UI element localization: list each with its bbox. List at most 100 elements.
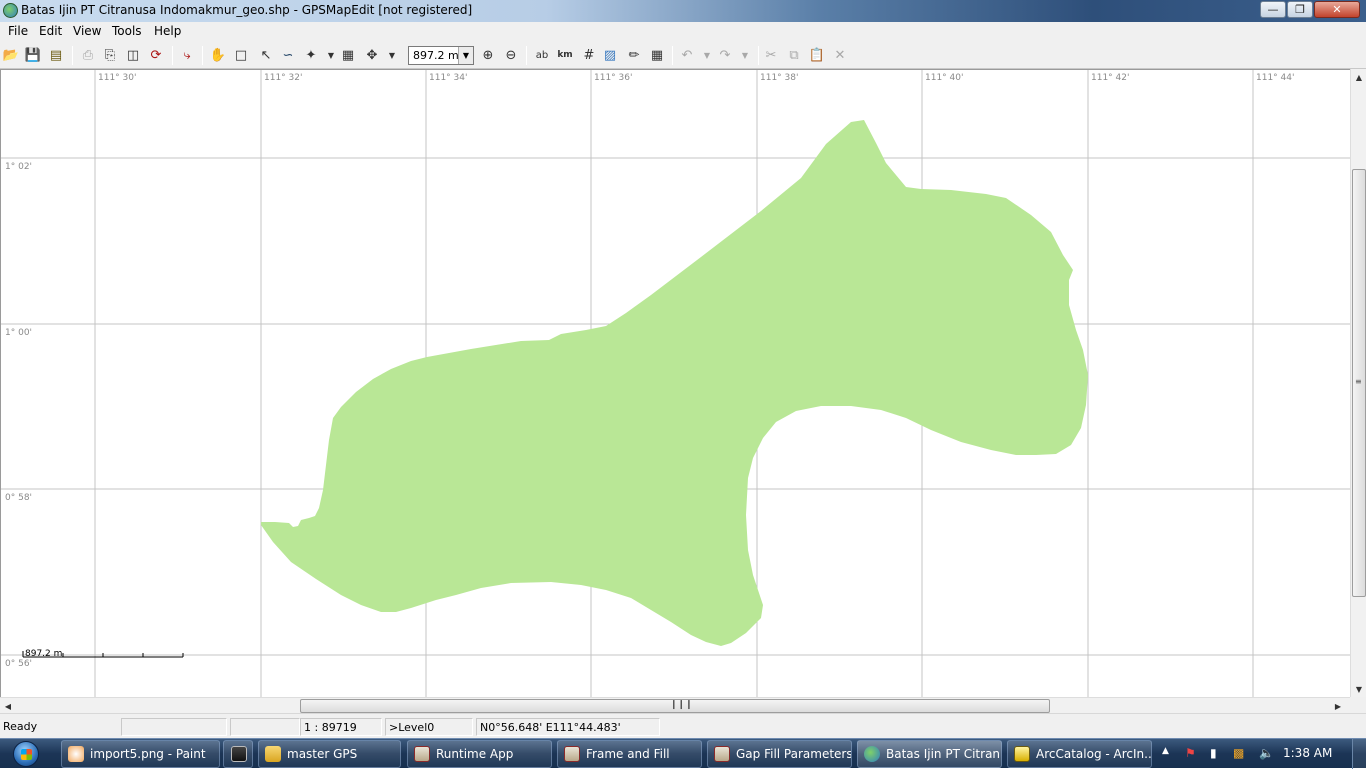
copy-icon[interactable]: ⧉ (785, 46, 803, 64)
title-bar: Batas Ijin PT Citranusa Indomakmur_geo.s… (0, 0, 1366, 22)
paste-icon[interactable]: 📋 (808, 46, 826, 64)
volume-icon[interactable]: 🔈 (1259, 746, 1274, 760)
menu-help[interactable]: Help (154, 24, 181, 38)
clock[interactable]: 1:38 AM (1283, 746, 1332, 760)
show-desktop-button[interactable] (1352, 739, 1366, 769)
taskbar-item-master-gps[interactable]: master GPS (258, 740, 401, 768)
import-icon[interactable]: ▤ (47, 46, 65, 64)
status-bar: Ready 1 : 89719 >Level0 N0°56.648' E111°… (0, 713, 1366, 738)
taskbar-item-gap-fill-parameters[interactable]: Gap Fill Parameters (707, 740, 852, 768)
gpsmapedit-app-icon[interactable] (3, 3, 18, 18)
taskbar-item-frame-and-fill[interactable]: Frame and Fill (557, 740, 702, 768)
show-labels-button[interactable]: ab (533, 46, 551, 64)
vertical-scrollbar[interactable]: ▲ ≡ ▼ (1350, 69, 1366, 697)
open-folder-icon[interactable]: 📂 (2, 46, 20, 64)
move-node-icon[interactable]: ✥ (363, 46, 381, 64)
scroll-left-icon[interactable]: ◀ (0, 698, 16, 714)
page-setup-icon[interactable]: ⎘ (101, 46, 119, 64)
gps-track-icon[interactable]: ⤷ (178, 46, 196, 64)
minimize-button[interactable]: — (1260, 1, 1286, 18)
close-icon: ✕ (1332, 3, 1342, 16)
longitude-label: 111° 32' (264, 73, 302, 83)
scroll-right-icon[interactable]: ▶ (1330, 698, 1346, 714)
globe-icon (864, 746, 880, 762)
map-canvas[interactable]: 111° 30' 111° 32' 111° 34' 111° 36' 111°… (0, 69, 1350, 697)
taskbar-item-label: Gap Fill Parameters (736, 747, 852, 761)
hand-pan-icon[interactable]: ✋ (209, 46, 227, 64)
scale-bar: 897.2 m (22, 649, 184, 659)
print-icon[interactable]: ⎙ (79, 46, 97, 64)
status-level: >Level0 (385, 718, 473, 736)
chevron-down-icon[interactable]: ▼ (322, 46, 340, 64)
taskbar-item-label: Batas Ijin PT Citran... (886, 747, 1002, 761)
chevron-down-icon[interactable]: ▼ (383, 46, 401, 64)
show-distance-button[interactable]: km (556, 46, 574, 64)
status-field (230, 718, 300, 736)
select-arrow-icon[interactable]: ↖ (257, 46, 275, 64)
latitude-label: 0° 56' (5, 659, 32, 669)
select-object-icon[interactable]: ▦ (339, 46, 357, 64)
paint-icon (68, 746, 84, 762)
network-icon[interactable]: ▩ (1233, 746, 1244, 760)
zoom-scale-combo[interactable]: 897.2 m ▼ (408, 46, 474, 65)
taskbar-item-label: import5.png - Paint (90, 747, 206, 761)
horizontal-scrollbar[interactable]: ◀ ❙❙❙ ▶ (0, 697, 1350, 713)
scroll-up-icon[interactable]: ▲ (1351, 69, 1366, 85)
latitude-label: 0° 58' (5, 493, 32, 503)
attach-icon[interactable]: ✏ (625, 46, 643, 64)
taskbar-item-paint[interactable]: import5.png - Paint (61, 740, 220, 768)
toolbar-separator (526, 46, 527, 65)
minimize-icon: — (1267, 3, 1279, 16)
zoom-rect-icon[interactable]: □ (232, 46, 250, 64)
close-button[interactable]: ✕ (1314, 1, 1360, 18)
redo-icon[interactable]: ↷ (716, 46, 734, 64)
toolbar: 📂 💾 ▤ ⎙ ⎘ ◫ ⟳ ⤷ ✋ □ ↖ ∽ ✦ ▼ ▦ ✥ ▼ 897.2 … (0, 42, 1366, 69)
toolbar-separator (202, 46, 203, 65)
save-icon[interactable]: 💾 (24, 46, 42, 64)
app-window-icon (564, 746, 580, 762)
chevron-down-icon[interactable]: ▼ (458, 47, 473, 64)
magic-wand-icon[interactable]: ✦ (302, 46, 320, 64)
action-center-flag-icon[interactable]: ⚑ (1185, 746, 1196, 760)
status-scale: 1 : 89719 (300, 718, 382, 736)
start-button[interactable] (4, 739, 48, 769)
grid-icon[interactable]: # (580, 46, 598, 64)
node-tool-icon[interactable]: ▦ (648, 46, 666, 64)
toolbar-separator (172, 46, 173, 65)
scroll-down-icon[interactable]: ▼ (1351, 681, 1366, 697)
longitude-label: 111° 44' (1256, 73, 1294, 83)
cut-icon[interactable]: ✂ (762, 46, 780, 64)
map-svg: 111° 30' 111° 32' 111° 34' 111° 36' 111°… (1, 70, 1350, 697)
taskbar-item-label: ArcCatalog - ArcIn... (1036, 747, 1152, 761)
taskbar-item-runtime-app[interactable]: Runtime App (407, 740, 552, 768)
map-properties-icon[interactable]: ◫ (124, 46, 142, 64)
transform-icon[interactable]: ⟳ (147, 46, 165, 64)
chevron-down-icon[interactable]: ▼ (698, 46, 716, 64)
longitude-label: 111° 30' (98, 73, 136, 83)
fill-pattern-icon[interactable]: ▨ (601, 46, 619, 64)
toolbar-separator (72, 46, 73, 65)
polyline-tool-icon[interactable]: ∽ (279, 46, 297, 64)
zoom-out-icon[interactable]: ⊖ (502, 46, 520, 64)
menu-file[interactable]: File (8, 24, 28, 38)
status-field (121, 718, 227, 736)
show-hidden-icons-icon[interactable]: ▲ (1162, 746, 1169, 756)
zoom-in-icon[interactable]: ⊕ (479, 46, 497, 64)
longitude-label: 111° 34' (429, 73, 467, 83)
menu-view[interactable]: View (73, 24, 101, 38)
clapperboard-icon (231, 746, 247, 762)
battery-icon[interactable]: ▮ (1210, 746, 1217, 760)
delete-icon[interactable]: ✕ (831, 46, 849, 64)
app-window-icon (414, 746, 430, 762)
undo-icon[interactable]: ↶ (678, 46, 696, 64)
taskbar-item-clapboard[interactable] (223, 740, 253, 768)
menu-tools[interactable]: Tools (112, 24, 142, 38)
taskbar-item-arccatalog[interactable]: ArcCatalog - ArcIn... (1007, 740, 1152, 768)
chevron-down-icon[interactable]: ▼ (736, 46, 754, 64)
taskbar-item-gpsmapedit[interactable]: Batas Ijin PT Citran... (857, 740, 1002, 768)
concession-boundary-polygon[interactable] (261, 120, 1088, 646)
maximize-button[interactable]: ❐ (1287, 1, 1313, 18)
status-ready: Ready (3, 720, 38, 733)
menu-edit[interactable]: Edit (39, 24, 62, 38)
taskbar-item-label: Runtime App (436, 747, 514, 761)
